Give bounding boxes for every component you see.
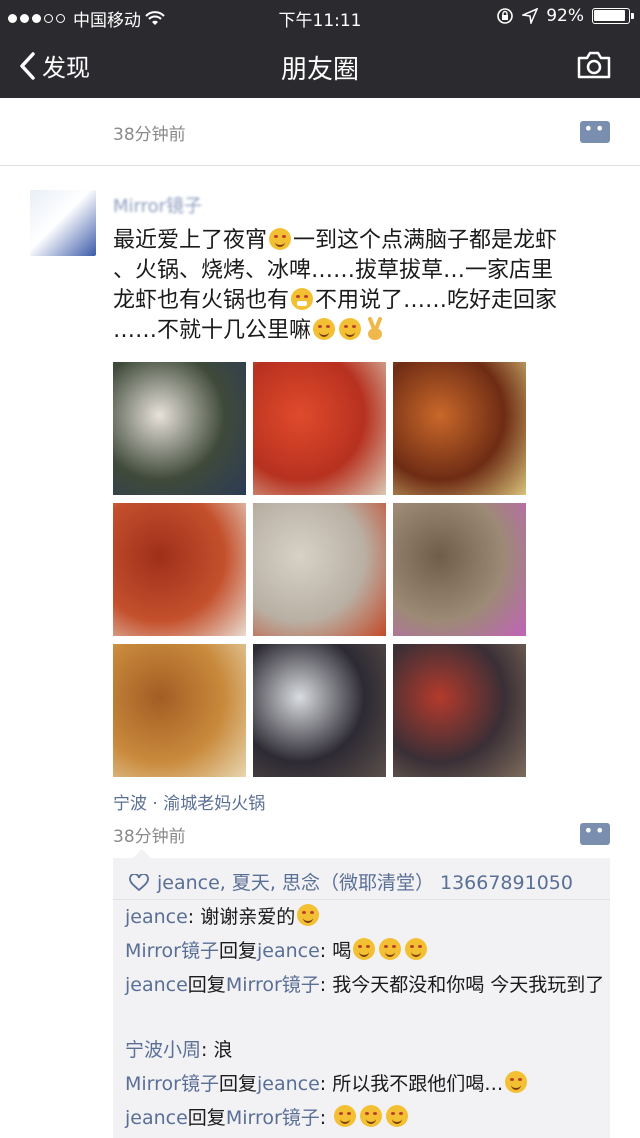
post-text: 最近爱上了夜宵 一到这个点满脑子都是龙虾 、火锅、烧烤、冰啤……拔草拔草…一家店里龙… bbox=[113, 226, 613, 346]
post-text-line: 龙虾也有火锅也有 不用说了……吃好走回家 bbox=[113, 286, 613, 316]
navigation-bar: 发现 朋友圈 bbox=[0, 34, 640, 98]
comment-text: : 谢谢亲爱的 bbox=[187, 906, 296, 928]
comment-text: 回复 bbox=[187, 974, 226, 996]
comment-text: 回复 bbox=[218, 1073, 257, 1095]
post-text-segment: 龙虾也有火锅也有 bbox=[113, 288, 290, 313]
comment-author[interactable]: 宁波小周 bbox=[125, 1039, 201, 1061]
top-bar: 中国移动 下午11:11 92% 发现 朋友圈 bbox=[0, 0, 640, 98]
smile-emoji bbox=[360, 1105, 383, 1127]
previous-post: 38分钟前 bbox=[0, 98, 640, 166]
smile-emoji bbox=[297, 904, 320, 926]
battery-percent: 92% bbox=[546, 6, 584, 26]
heart-icon bbox=[129, 873, 149, 892]
post-timestamp: 38分钟前 bbox=[113, 125, 186, 145]
photo-spicy-crayfish[interactable] bbox=[113, 503, 246, 636]
post-text-segment: 一到这个点满脑子都是龙虾 bbox=[293, 228, 558, 253]
comment-author[interactable]: jeance bbox=[257, 940, 320, 962]
comment-row[interactable]: jeance回复Mirror镜子: bbox=[125, 1103, 605, 1134]
post-text-segment: 不用说了……吃好走回家 bbox=[315, 288, 558, 313]
comment-author[interactable]: Mirror镜子 bbox=[125, 940, 219, 962]
post-text-line: 最近爱上了夜宵 一到这个点满脑子都是龙虾 bbox=[113, 226, 613, 256]
battery-icon bbox=[592, 8, 634, 24]
smile-emoji bbox=[405, 938, 428, 960]
comment-text: : 所以我不跟他们喝… bbox=[319, 1073, 504, 1095]
photo-fried-crayfish[interactable] bbox=[113, 644, 246, 777]
comment-text: : 喝 bbox=[319, 940, 352, 962]
post-text-line: 、火锅、烧烤、冰啤……拔草拔草…一家店里 bbox=[113, 256, 613, 286]
smile-emoji bbox=[386, 1105, 409, 1127]
post-location[interactable]: 宁波 · 渝城老妈火锅 bbox=[113, 789, 265, 814]
smile-emoji bbox=[353, 938, 376, 960]
smile-emoji bbox=[269, 228, 292, 250]
post-text-line: ……不就十几公里嘛 bbox=[113, 316, 613, 346]
avatar[interactable] bbox=[30, 190, 96, 256]
page-title: 朋友圈 bbox=[280, 55, 359, 85]
comment-row[interactable]: jeance回复Mirror镜子: 我今天都没和你喝 今天我玩到了 bbox=[125, 970, 605, 1001]
grin-emoji bbox=[291, 288, 314, 310]
rotation-lock-icon bbox=[497, 8, 514, 24]
photo-chefs[interactable] bbox=[113, 362, 246, 495]
comment-text: 回复 bbox=[218, 940, 257, 962]
photo-storefront[interactable] bbox=[393, 644, 526, 777]
comment-author[interactable]: jeance bbox=[125, 906, 188, 928]
comment-author[interactable]: jeance bbox=[125, 974, 188, 996]
comment-text: 回复 bbox=[187, 1107, 226, 1129]
comment-row[interactable]: 宁波小周: 浪 bbox=[125, 1035, 605, 1066]
photo-dining-hall[interactable] bbox=[253, 644, 386, 777]
comment-text: : 我今天都没和你喝 bbox=[319, 974, 485, 996]
location-arrow-icon bbox=[522, 8, 539, 24]
photo-crayfish-dish[interactable] bbox=[393, 362, 526, 495]
comment-button[interactable] bbox=[580, 821, 610, 845]
likes-list[interactable]: jeance, 夏天, 思念（微耶清堂） 13667891050 bbox=[157, 872, 573, 894]
photo-lobster[interactable] bbox=[253, 362, 386, 495]
post-text-segment: 最近爱上了夜宵 bbox=[113, 228, 268, 253]
photo-hotpot[interactable] bbox=[253, 503, 386, 636]
camera-icon[interactable] bbox=[576, 50, 612, 80]
comment-text: : 浪 bbox=[201, 1039, 233, 1061]
post-timestamp: 38分钟前 bbox=[113, 827, 186, 847]
comment-author[interactable]: Mirror镜子 bbox=[226, 1107, 320, 1129]
comment-author[interactable]: jeance bbox=[257, 1073, 320, 1095]
post-text-segment: 、火锅、烧烤、冰啤……拔草拔草…一家店里 bbox=[113, 258, 554, 283]
smile-emoji bbox=[313, 318, 336, 340]
comment-row[interactable]: jeance: 谢谢亲爱的 bbox=[125, 902, 605, 933]
smile-emoji bbox=[505, 1071, 528, 1093]
photo-tofu-plate[interactable] bbox=[393, 503, 526, 636]
status-bar: 中国移动 下午11:11 92% bbox=[0, 0, 640, 34]
comment-row[interactable]: Mirror镜子回复jeance: 喝 bbox=[125, 936, 605, 967]
post-text-segment: ……不就十几公里嘛 bbox=[113, 318, 312, 343]
comment-text: 今天我玩到了 bbox=[484, 974, 605, 996]
comment-author[interactable]: Mirror镜子 bbox=[125, 1073, 219, 1095]
comment-author[interactable]: jeance bbox=[125, 1107, 188, 1129]
status-right: 92% bbox=[496, 6, 634, 26]
comment-button[interactable] bbox=[580, 119, 610, 143]
comment-text: : bbox=[319, 1107, 333, 1129]
author-name[interactable]: Mirror镜子 bbox=[113, 192, 202, 218]
comments-panel: jeance, 夏天, 思念（微耶清堂） 13667891050 jeance:… bbox=[113, 849, 610, 1138]
comment-author[interactable]: Mirror镜子 bbox=[226, 974, 320, 996]
smile-emoji bbox=[379, 938, 402, 960]
smile-emoji bbox=[339, 318, 362, 340]
likes-row: jeance, 夏天, 思念（微耶清堂） 13667891050 bbox=[113, 858, 610, 900]
smile-emoji bbox=[334, 1105, 357, 1127]
victory-hand-emoji bbox=[368, 317, 383, 340]
comment-row[interactable]: Mirror镜子回复jeance: 所以我不跟他们喝… bbox=[125, 1069, 605, 1100]
